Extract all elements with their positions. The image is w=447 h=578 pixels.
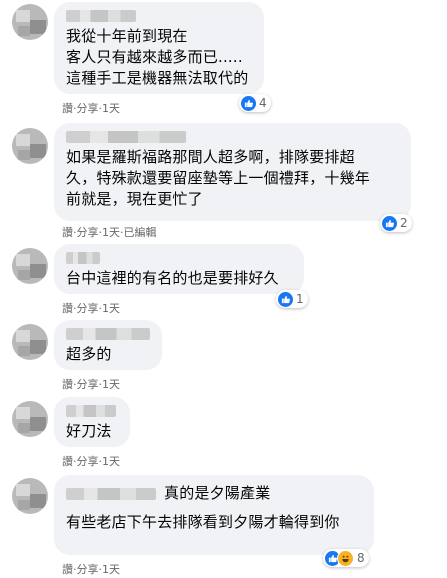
reaction-summary[interactable]: 8 bbox=[323, 549, 369, 567]
comment-actions: 讚·分享·1天 bbox=[62, 100, 120, 116]
comment-text: 我從十年前到現在 客人只有越來越多而已..... 這種手工是機器無法取代的 bbox=[66, 27, 249, 87]
share-link[interactable]: 分享 bbox=[77, 378, 99, 391]
haha-icon bbox=[337, 549, 354, 567]
reaction-count: 8 bbox=[357, 551, 365, 565]
avatar[interactable] bbox=[12, 401, 48, 437]
comment-bubble: 如果是羅斯福路那間人超多啊，排隊要排超 久，特殊款還要留座墊等上一個禮拜，十幾年… bbox=[54, 123, 411, 221]
like-link[interactable]: 讚 bbox=[62, 226, 73, 239]
comment-text: 有些老店下午去排隊看到夕陽才輪得到你 bbox=[66, 513, 340, 531]
comment-text: 如果是羅斯福路那間人超多啊，排隊要排超 久，特殊款還要留座墊等上一個禮拜，十幾年… bbox=[66, 148, 371, 208]
comment-actions: 讚·分享·1天 bbox=[62, 376, 120, 392]
share-link[interactable]: 分享 bbox=[77, 102, 99, 115]
commenter-name-blurred[interactable] bbox=[66, 405, 116, 417]
share-link[interactable]: 分享 bbox=[77, 302, 99, 315]
comment-text: 好刀法 bbox=[66, 422, 112, 440]
avatar[interactable] bbox=[12, 324, 48, 360]
share-link[interactable]: 分享 bbox=[77, 226, 99, 239]
reaction-count: 1 bbox=[296, 292, 304, 306]
reaction-summary[interactable]: 4 bbox=[239, 94, 271, 112]
avatar[interactable] bbox=[12, 248, 48, 284]
like-link[interactable]: 讚 bbox=[62, 378, 73, 391]
comment-bubble: 超多的 bbox=[54, 320, 162, 370]
comment-bubble: 我從十年前到現在 客人只有越來越多而已..... 這種手工是機器無法取代的 bbox=[54, 2, 264, 94]
comment-text: 超多的 bbox=[66, 345, 112, 363]
timestamp[interactable]: 1天 bbox=[102, 102, 120, 115]
comment-bubble: 真的是夕陽產業 有些老店下午去排隊看到夕陽才輪得到你 bbox=[54, 475, 374, 555]
comment-actions: 讚·分享·1天·已編輯 bbox=[62, 224, 157, 240]
share-link[interactable]: 分享 bbox=[77, 563, 99, 576]
name-row: 真的是夕陽產業 bbox=[66, 483, 362, 504]
timestamp[interactable]: 1天 bbox=[102, 455, 120, 468]
commenter-name-blurred[interactable] bbox=[66, 328, 150, 340]
edited-label[interactable]: 已編輯 bbox=[124, 226, 157, 239]
reaction-summary[interactable]: 1 bbox=[276, 290, 308, 308]
avatar[interactable] bbox=[12, 4, 48, 40]
like-icon bbox=[241, 95, 256, 111]
like-icon bbox=[382, 215, 397, 231]
reaction-count: 2 bbox=[400, 216, 408, 230]
commenter-name-blurred[interactable] bbox=[66, 252, 100, 264]
timestamp[interactable]: 1天 bbox=[102, 378, 120, 391]
timestamp[interactable]: 1天 bbox=[102, 226, 120, 239]
like-link[interactable]: 讚 bbox=[62, 563, 73, 576]
reaction-count: 4 bbox=[259, 96, 267, 110]
like-link[interactable]: 讚 bbox=[62, 455, 73, 468]
share-link[interactable]: 分享 bbox=[77, 455, 99, 468]
comment-bubble: 好刀法 bbox=[54, 397, 130, 447]
commenter-name-blurred[interactable] bbox=[66, 487, 156, 500]
comment-inline-text: 真的是夕陽產業 bbox=[164, 484, 271, 502]
comment-text: 台中這裡的有名的也是要排好久 bbox=[66, 269, 279, 287]
avatar[interactable] bbox=[12, 128, 48, 164]
reaction-summary[interactable]: 2 bbox=[380, 214, 412, 232]
comment-actions: 讚·分享·1天 bbox=[62, 453, 120, 469]
comment-actions: 讚·分享·1天 bbox=[62, 561, 120, 577]
timestamp[interactable]: 1天 bbox=[102, 302, 120, 315]
comment-bubble: 台中這裡的有名的也是要排好久 bbox=[54, 244, 304, 294]
like-link[interactable]: 讚 bbox=[62, 302, 73, 315]
timestamp[interactable]: 1天 bbox=[102, 563, 120, 576]
like-link[interactable]: 讚 bbox=[62, 102, 73, 115]
commenter-name-blurred[interactable] bbox=[66, 10, 136, 22]
like-icon bbox=[278, 291, 293, 307]
commenter-name-blurred[interactable] bbox=[66, 131, 186, 143]
comment-actions: 讚·分享·1天 bbox=[62, 300, 120, 316]
avatar[interactable] bbox=[12, 478, 48, 514]
